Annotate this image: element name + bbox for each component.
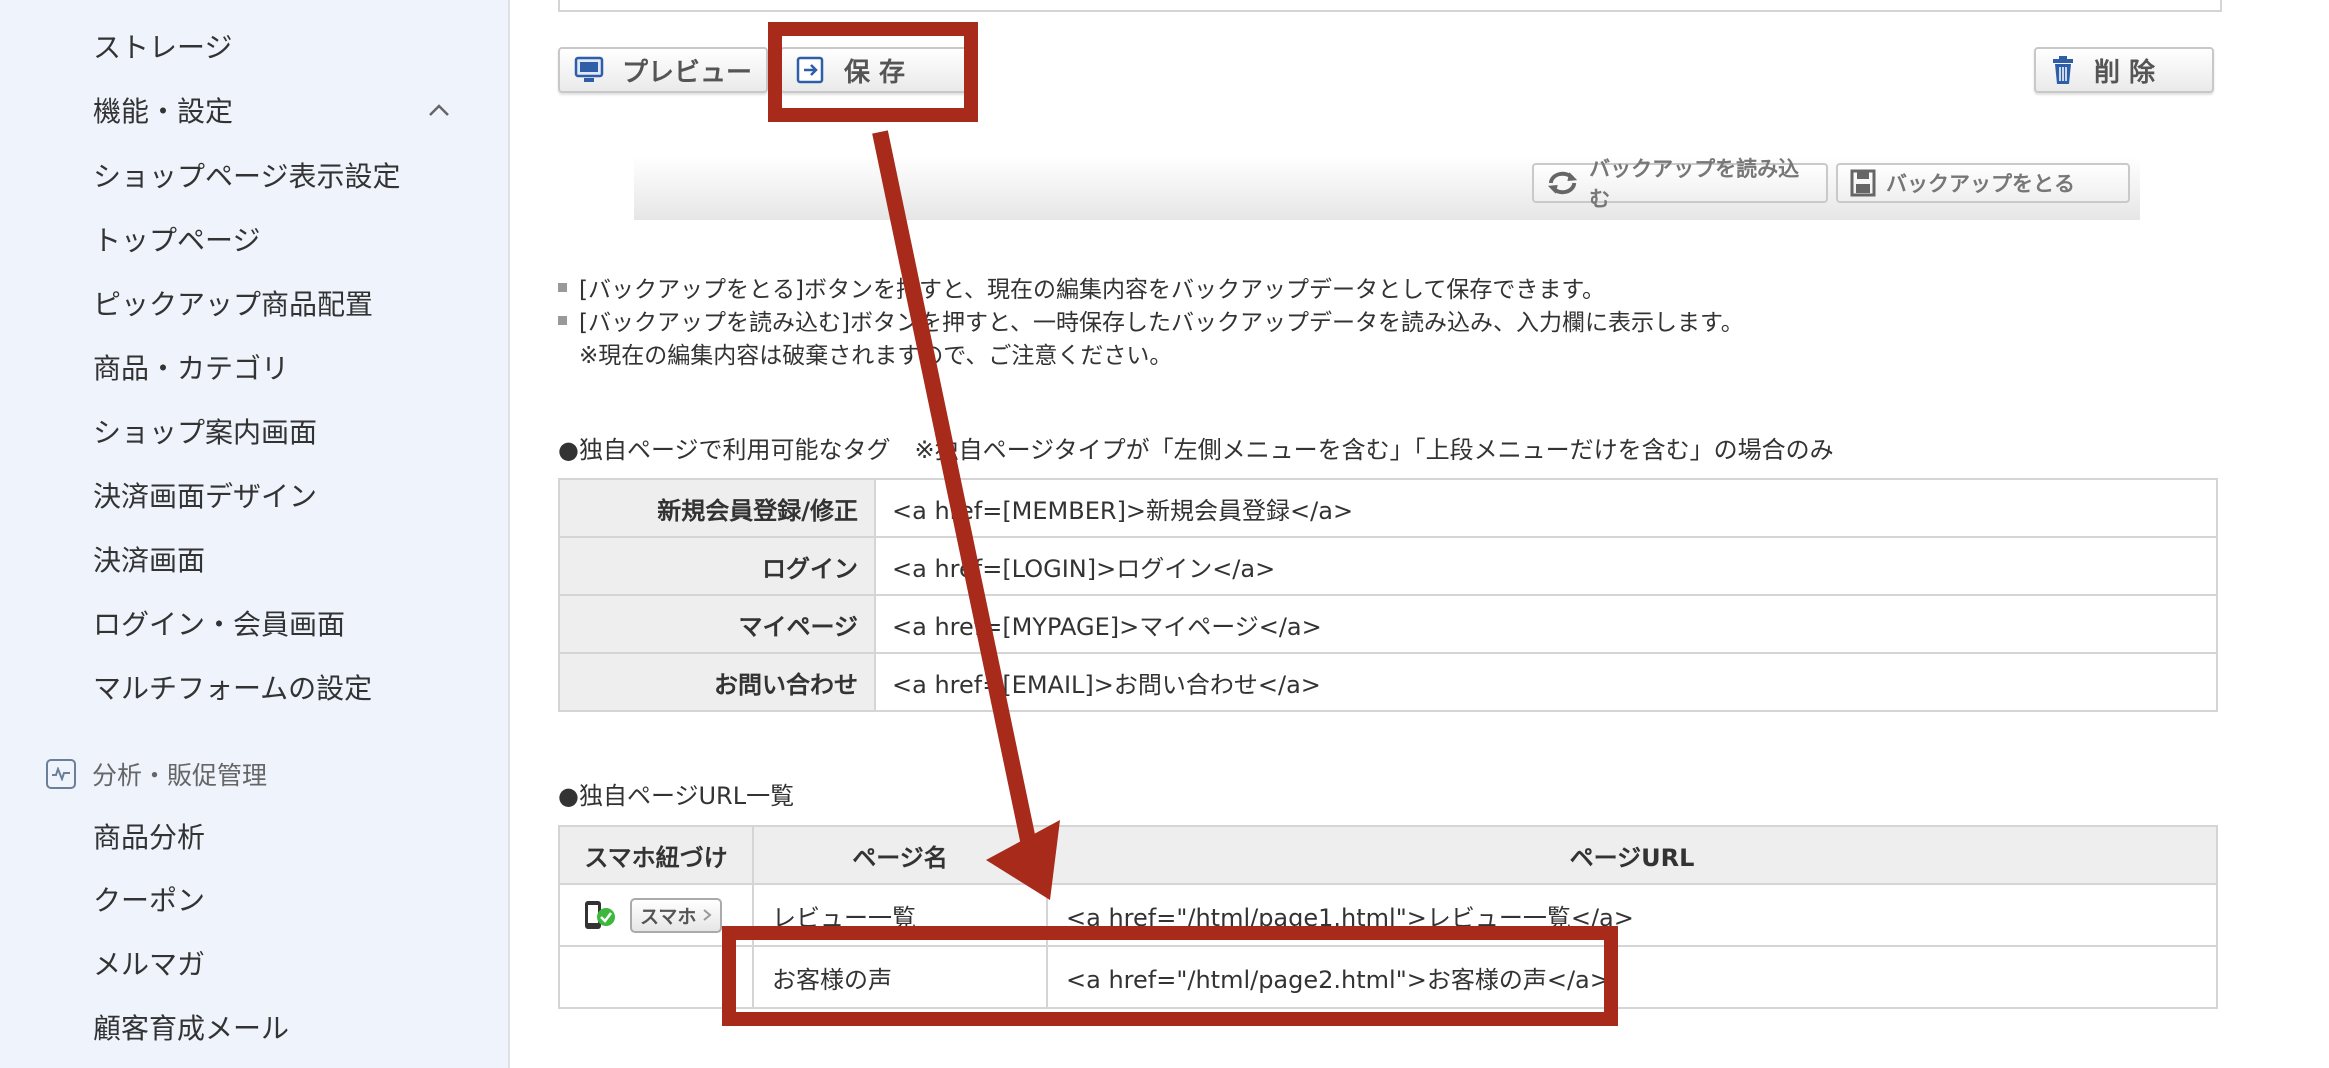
- sidebar-section-title: 分析・販促管理: [92, 761, 268, 790]
- bullet-icon: [558, 315, 567, 325]
- sidebar-item-mail-magazine[interactable]: メルマガ: [93, 943, 205, 983]
- take-backup-button[interactable]: バックアップをとる: [1836, 163, 2130, 203]
- url-heading: ●独自ページURL一覧: [558, 782, 795, 810]
- load-backup-button[interactable]: バックアップを読み込む: [1532, 157, 1828, 211]
- tag-label: 新規会員登録/修正: [558, 478, 876, 538]
- preview-label: プレビュー: [622, 57, 753, 88]
- smartphone-tag-label: スマホ: [640, 905, 697, 928]
- refresh-icon: [1547, 171, 1578, 195]
- take-backup-label: バックアップをとる: [1886, 172, 2075, 196]
- tag-value: <a href=[MYPAGE]>マイページ</a>: [874, 594, 2218, 654]
- table-row: マイページ <a href=[MYPAGE]>マイページ</a>: [558, 594, 2218, 654]
- analytics-icon: [46, 759, 76, 789]
- sidebar-item-product-analysis[interactable]: 商品分析: [93, 816, 205, 856]
- chevron-up-icon[interactable]: [428, 99, 450, 121]
- sidebar-item-shop-guide[interactable]: ショップ案内画面: [93, 411, 317, 451]
- note-text: ※現在の編集内容は破棄されますので、ご注意ください。: [579, 343, 1173, 369]
- tag-value: <a href=[EMAIL]>お問い合わせ</a>: [874, 652, 2218, 712]
- floppy-disk-icon: [1850, 169, 1876, 197]
- save-highlight-box: [768, 22, 978, 122]
- backup-note-2: [バックアップを読み込む]ボタンを押すと、一時保存したバックアップデータを読み込…: [558, 303, 1744, 337]
- note-text: [バックアップをとる]ボタンを押すと、現在の編集内容をバックアップデータとして保…: [579, 277, 1606, 303]
- sidebar-item-multiform[interactable]: マルチフォームの設定: [93, 667, 372, 707]
- note-text: [バックアップを読み込む]ボタンを押すと、一時保存したバックアップデータを読み込…: [579, 310, 1744, 336]
- column-header-page-name: ページ名: [752, 825, 1048, 885]
- sidebar-item-pickup-products[interactable]: ピックアップ商品配置: [93, 283, 373, 323]
- bullet-icon: [558, 282, 567, 292]
- tag-label: お問い合わせ: [558, 652, 876, 712]
- sidebar-item-login-member[interactable]: ログイン・会員画面: [93, 603, 345, 643]
- backup-note-3: ※現在の編集内容は破棄されますので、ご注意ください。: [579, 336, 1172, 370]
- sidebar: ストレージ 機能・設定 ショップページ表示設定 トップページ ピックアップ商品配…: [0, 0, 510, 1068]
- smartphone-linked-icon: [585, 901, 615, 929]
- sidebar-item-payment-screen[interactable]: 決済画面: [93, 539, 205, 579]
- delete-label: 削 除: [2094, 57, 2156, 88]
- tag-value: <a href=[MEMBER]>新規会員登録</a>: [874, 478, 2218, 538]
- tags-table: 新規会員登録/修正 <a href=[MEMBER]>新規会員登録</a> ログ…: [558, 478, 2218, 712]
- column-header-smartphone: スマホ紐づけ: [558, 825, 754, 885]
- sidebar-item-products-categories[interactable]: 商品・カテゴリ: [93, 347, 289, 387]
- monitor-icon: [574, 56, 604, 82]
- tag-label: マイページ: [558, 594, 876, 654]
- preview-button[interactable]: プレビュー: [558, 47, 768, 93]
- sidebar-section-analytics[interactable]: 分析・販促管理: [46, 757, 267, 791]
- sidebar-item-storage[interactable]: ストレージ: [93, 26, 232, 66]
- row-highlight-box: [722, 926, 1618, 1026]
- editor-area-bottom: [558, 0, 2222, 12]
- column-header-page-url: ページURL: [1046, 825, 2218, 885]
- trash-icon: [2053, 56, 2073, 84]
- backup-note-1: [バックアップをとる]ボタンを押すと、現在の編集内容をバックアップデータとして保…: [558, 270, 1605, 304]
- main-content: プレビュー 保 存 削 除 バックアップを読み込む バックアップをとる [バック…: [510, 0, 2329, 1068]
- sidebar-item-top-page[interactable]: トップページ: [93, 219, 260, 259]
- sidebar-item-customer-mail[interactable]: 顧客育成メール: [93, 1007, 289, 1047]
- chevron-right-icon: [703, 909, 712, 921]
- sidebar-item-features-settings[interactable]: 機能・設定: [93, 90, 233, 130]
- table-row: 新規会員登録/修正 <a href=[MEMBER]>新規会員登録</a>: [558, 478, 2218, 538]
- tags-heading: ●独自ページで利用可能なタグ ※独自ページタイプが「左側メニューを含む」「上段メ…: [558, 436, 1834, 464]
- table-header-row: スマホ紐づけ ページ名 ページURL: [558, 825, 2218, 885]
- tag-label: ログイン: [558, 536, 876, 596]
- tag-value: <a href=[LOGIN]>ログイン</a>: [874, 536, 2218, 596]
- smartphone-button[interactable]: スマホ: [630, 897, 723, 933]
- table-row: お問い合わせ <a href=[EMAIL]>お問い合わせ</a>: [558, 652, 2218, 712]
- delete-button[interactable]: 削 除: [2034, 47, 2214, 93]
- sidebar-item-coupon[interactable]: クーポン: [93, 879, 205, 919]
- table-row: ログイン <a href=[LOGIN]>ログイン</a>: [558, 536, 2218, 596]
- sidebar-item-shop-page-display[interactable]: ショップページ表示設定: [93, 155, 400, 195]
- load-backup-label: バックアップを読み込む: [1589, 157, 1800, 211]
- sidebar-item-payment-design[interactable]: 決済画面デザイン: [93, 475, 317, 515]
